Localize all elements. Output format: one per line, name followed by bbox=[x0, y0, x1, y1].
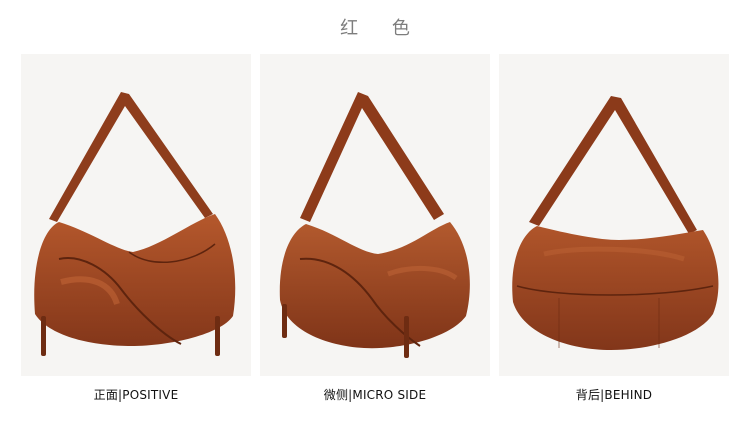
handbag-micro-side-image bbox=[279, 92, 470, 358]
handbag-back-image bbox=[512, 96, 719, 350]
caption-back-view: 背后|BEHIND bbox=[575, 388, 653, 402]
caption-front-view: 正面|POSITIVE bbox=[93, 388, 179, 402]
product-photo-back[interactable] bbox=[499, 54, 729, 376]
product-photo-micro-side[interactable] bbox=[260, 54, 490, 376]
handbag-front-image bbox=[34, 92, 236, 356]
caption-micro-side-view: 微侧|MICRO SIDE bbox=[323, 388, 427, 402]
product-photo-front[interactable] bbox=[21, 54, 251, 376]
color-title: 红 色 bbox=[340, 18, 424, 39]
